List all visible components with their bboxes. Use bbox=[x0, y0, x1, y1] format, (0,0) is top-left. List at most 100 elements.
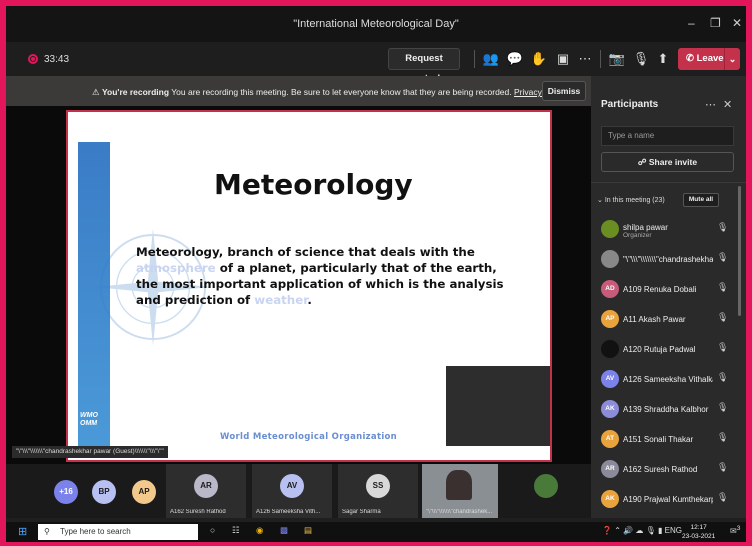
teams-icon[interactable]: ▩ bbox=[280, 525, 288, 536]
more-actions-icon[interactable]: ⋯ bbox=[576, 50, 594, 68]
participant-row[interactable]: AD A109 Renuka Dobali 🎙 bbox=[591, 274, 737, 304]
rooms-icon[interactable]: ▣ bbox=[554, 50, 572, 68]
participant-name: A151 Sonali Thakar bbox=[623, 435, 694, 444]
chevron-down-icon[interactable]: ⌄ bbox=[724, 48, 740, 70]
battery-icon[interactable]: ▮ bbox=[658, 526, 662, 535]
video-tile[interactable]: AV A126 Sameeksha Vith... bbox=[252, 464, 332, 518]
in-meeting-header[interactable]: ⌄ In this meeting (23) bbox=[597, 196, 665, 204]
slide-body: Meteorology, branch of science that deal… bbox=[136, 244, 516, 308]
leave-label: Leave bbox=[696, 53, 724, 64]
leave-button[interactable]: ✆ Leave ⌄ bbox=[678, 48, 740, 70]
tile-label: "\"\\\"\\\\\\\"chandrashek... bbox=[426, 509, 493, 515]
mic-off-icon[interactable]: 🎙 bbox=[717, 492, 728, 503]
avatar: SS bbox=[366, 474, 390, 498]
tile-label: Sagar Sharma bbox=[342, 509, 381, 515]
mic-off-icon[interactable]: 🎙 bbox=[717, 342, 728, 353]
share-invite-label: Share invite bbox=[648, 157, 698, 167]
participant-row[interactable]: AT A151 Sonali Thakar 🎙 bbox=[591, 424, 737, 454]
file-explorer-icon[interactable]: ▤ bbox=[304, 525, 312, 536]
window-title: "International Meteorological Day" bbox=[293, 18, 459, 30]
participant-row[interactable]: AK A139 Shraddha Kalbhor 🎙 bbox=[591, 394, 737, 424]
help-icon[interactable]: ❓ bbox=[602, 526, 612, 535]
minimize-icon[interactable]: – bbox=[688, 16, 695, 30]
avatar: AR bbox=[601, 460, 619, 478]
chrome-icon[interactable]: ◉ bbox=[256, 525, 263, 536]
slide-heading: Meteorology bbox=[214, 168, 413, 201]
share-icon: ☍ bbox=[637, 157, 647, 167]
cortana-icon[interactable]: ○ bbox=[210, 525, 215, 535]
avatar: AP bbox=[601, 310, 619, 328]
avatar: AV bbox=[280, 474, 304, 498]
camera-off-icon[interactable]: 📷 bbox=[608, 50, 626, 68]
participant-name: A139 Shraddha Kalbhor bbox=[623, 405, 709, 414]
mic-off-icon[interactable]: 🎙 bbox=[717, 402, 728, 413]
mute-all-button[interactable]: Mute all bbox=[683, 193, 719, 207]
atmosphere-link: atmosphere bbox=[136, 261, 216, 275]
request-control-button[interactable]: Request control bbox=[388, 48, 460, 84]
avatar: AD bbox=[601, 280, 619, 298]
participants-panel: Participants ⋯ ✕ Type a name ☍ Share inv… bbox=[591, 76, 746, 518]
dismiss-button[interactable]: Dismiss bbox=[542, 81, 586, 101]
taskbar-search-input[interactable]: ⚲ Type here to search bbox=[38, 524, 198, 540]
avatar[interactable]: BP bbox=[92, 480, 116, 504]
participant-name: A120 Rutuja Padwal bbox=[623, 345, 696, 354]
avatar: AR bbox=[194, 474, 218, 498]
taskbar-clock[interactable]: 12:17 23-03-2021 bbox=[682, 523, 715, 541]
scrollbar[interactable] bbox=[738, 186, 741, 316]
close-panel-icon[interactable]: ✕ bbox=[723, 98, 732, 111]
phone-icon: ✆ bbox=[686, 53, 694, 64]
avatar: AT bbox=[601, 430, 619, 448]
mic-off-icon[interactable]: 🎙 bbox=[717, 222, 728, 233]
video-strip: +16 BP AP AR A162 Suresh Rathod AV A126 … bbox=[6, 464, 591, 518]
mic-off-icon[interactable]: 🎙 bbox=[717, 372, 728, 383]
participant-name: "\"\\\"\\\\\\\"chandrashekha... bbox=[623, 255, 713, 264]
close-icon[interactable]: ✕ bbox=[732, 16, 742, 30]
video-tile[interactable]: AR A162 Suresh Rathod bbox=[166, 464, 246, 518]
share-screen-icon[interactable]: ⬆ bbox=[654, 50, 672, 68]
language-indicator[interactable]: ENG bbox=[665, 526, 682, 535]
avatar: AV bbox=[601, 370, 619, 388]
share-invite-button[interactable]: ☍ Share invite bbox=[601, 152, 734, 172]
tile-label: A126 Sameeksha Vith... bbox=[256, 509, 321, 515]
mic-off-icon[interactable]: 🎙 bbox=[717, 252, 728, 263]
windows-taskbar: ⊞ ⚲ Type here to search ○ ☷ ◉ ▩ ▤ ❓ ⌃ 🔊 … bbox=[6, 522, 746, 542]
participant-row[interactable]: AR A162 Suresh Rathod 🎙 bbox=[591, 454, 737, 484]
notifications-icon[interactable]: ✉3 bbox=[730, 525, 740, 536]
overflow-avatar[interactable]: +16 bbox=[54, 480, 78, 504]
participant-row[interactable]: "\"\\\"\\\\\\\"chandrashekha... 🎙 bbox=[591, 244, 737, 274]
mic-off-icon[interactable]: 🎙 bbox=[717, 312, 728, 323]
maximize-icon[interactable]: ❐ bbox=[710, 16, 721, 30]
participant-name: A109 Renuka Dobali bbox=[623, 285, 697, 294]
participant-row[interactable]: AK A190 Prajwal Kumthekarpatil 🎙 bbox=[591, 484, 737, 514]
mic-off-icon[interactable]: 🎙 bbox=[632, 50, 650, 68]
participant-row[interactable]: AP A11 Akash Pawar 🎙 bbox=[591, 304, 737, 334]
reactions-icon[interactable]: ✋ bbox=[530, 50, 548, 68]
wmo-logo-text: WMO OMM bbox=[80, 412, 98, 427]
participant-row[interactable]: shilpa pawar Organizer 🎙 bbox=[591, 214, 737, 244]
panel-divider bbox=[591, 182, 746, 183]
participants-icon[interactable]: 👥 bbox=[482, 50, 500, 68]
participant-row[interactable]: AV A126 Sameeksha Vithalkar 🎙 bbox=[591, 364, 737, 394]
participant-search-input[interactable]: Type a name bbox=[601, 126, 734, 146]
onedrive-icon[interactable]: ☁ bbox=[635, 526, 643, 535]
mic-icon[interactable]: 🎙 bbox=[646, 526, 656, 535]
windows-start-icon[interactable]: ⊞ bbox=[18, 525, 27, 538]
mic-off-icon[interactable]: 🎙 bbox=[717, 432, 728, 443]
volume-icon[interactable]: 🔊 bbox=[623, 526, 633, 535]
video-tile[interactable] bbox=[506, 464, 586, 518]
chevron-up-icon[interactable]: ⌃ bbox=[614, 526, 621, 535]
participants-title: Participants bbox=[601, 99, 659, 110]
participant-name: A126 Sameeksha Vithalkar bbox=[623, 375, 713, 384]
video-tile[interactable]: SS Sagar Sharma bbox=[338, 464, 418, 518]
avatar: AK bbox=[601, 490, 619, 508]
mic-off-icon[interactable]: 🎙 bbox=[717, 462, 728, 473]
meeting-toolbar: 33:43 Request control 👥 💬 ✋ ▣ ⋯ 📷 🎙 ⬆ ✆ … bbox=[6, 42, 746, 84]
mic-off-icon[interactable]: 🎙 bbox=[717, 282, 728, 293]
chat-icon[interactable]: 💬 bbox=[506, 50, 524, 68]
avatar[interactable]: AP bbox=[132, 480, 156, 504]
participant-row[interactable]: A120 Rutuja Padwal 🎙 bbox=[591, 334, 737, 364]
video-tile[interactable]: "\"\\\"\\\\\\\"chandrashek... bbox=[422, 464, 498, 518]
more-options-icon[interactable]: ⋯ bbox=[705, 98, 716, 111]
task-view-icon[interactable]: ☷ bbox=[232, 525, 240, 536]
avatar bbox=[534, 474, 558, 498]
